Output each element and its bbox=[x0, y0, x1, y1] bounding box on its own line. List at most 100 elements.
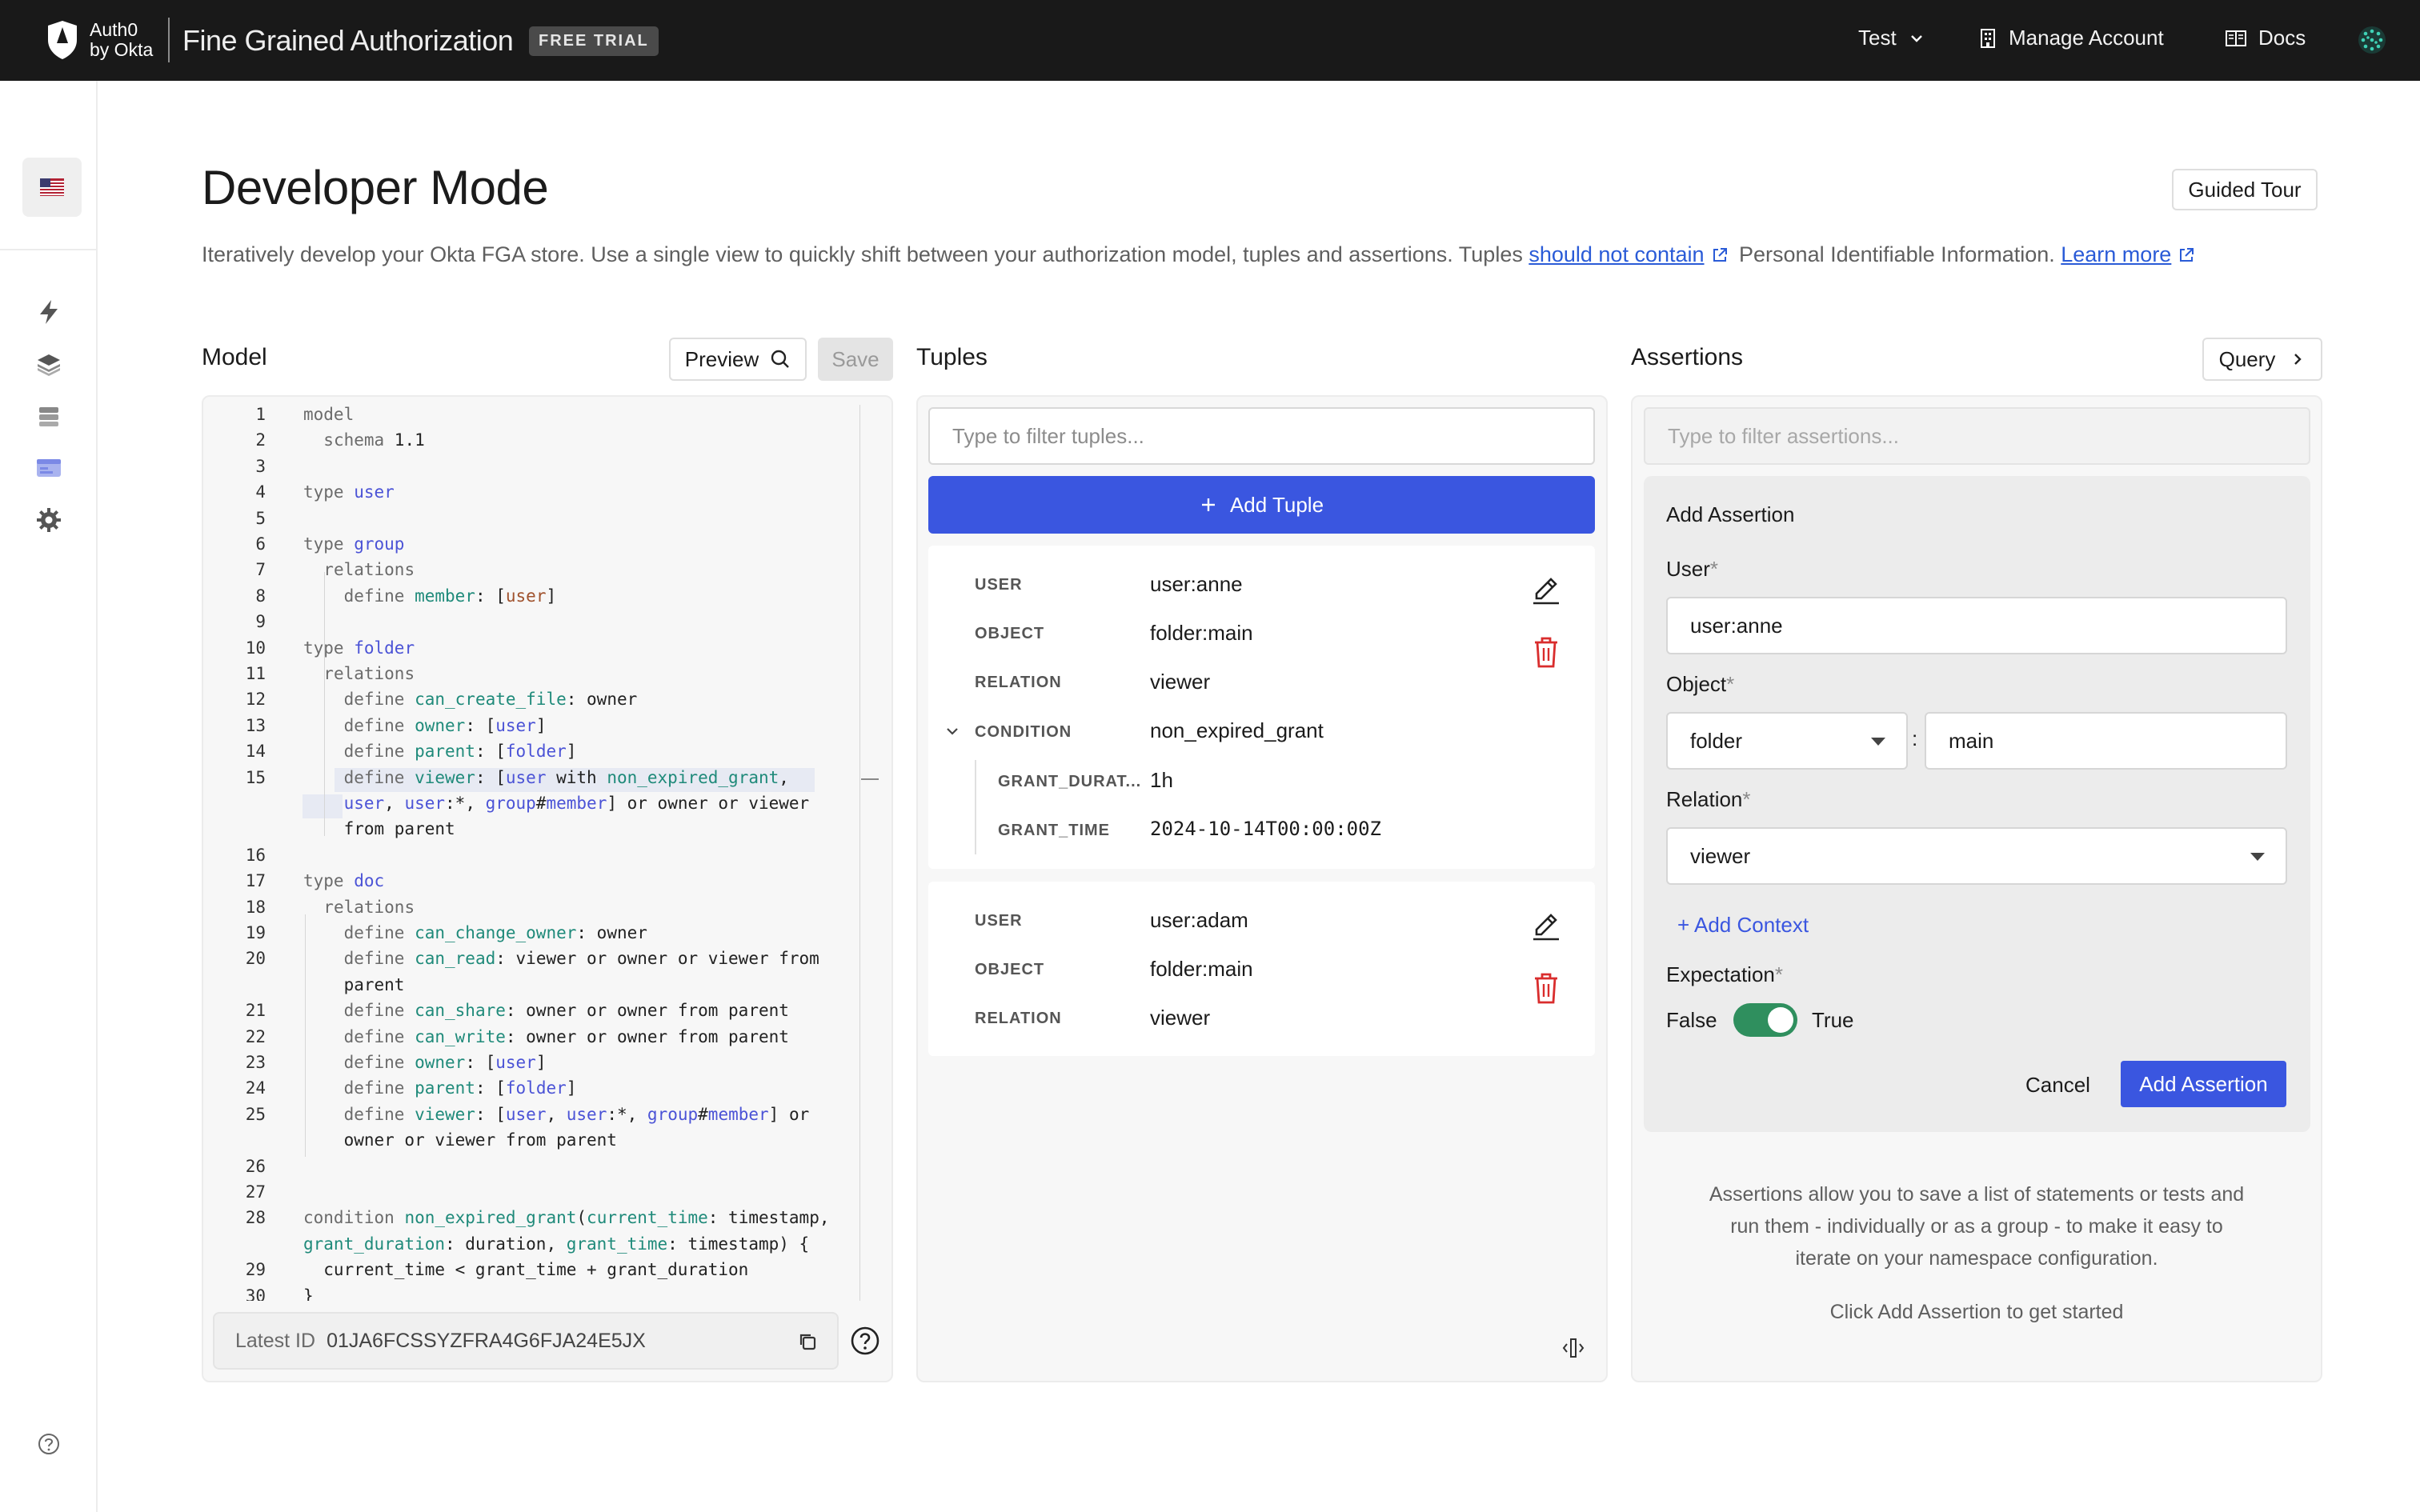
tuple-object-value: folder:main bbox=[1150, 957, 1253, 981]
auth0-shield-icon bbox=[48, 21, 77, 59]
tenant-selector[interactable]: Test bbox=[1858, 26, 1925, 50]
code-line: relations bbox=[323, 897, 415, 917]
terminal-window-icon bbox=[37, 459, 61, 477]
learn-more-link[interactable]: Learn more bbox=[2061, 242, 2171, 266]
building-icon bbox=[1981, 28, 1995, 48]
add-assertion-button[interactable]: Add Assertion bbox=[2121, 1061, 2286, 1107]
assertions-get-started-text: Click Add Assertion to get started bbox=[1829, 1301, 2124, 1323]
panel-resize-icon[interactable] bbox=[1561, 1336, 1586, 1360]
assertions-info-text: Assertions allow you to save a list of s… bbox=[1631, 1178, 2322, 1274]
latest-id-label: Latest ID bbox=[235, 1329, 316, 1352]
tuple-relation-key: RELATION bbox=[975, 1010, 1062, 1027]
line-number: 17 bbox=[245, 871, 266, 891]
gear-icon bbox=[37, 508, 61, 532]
us-flag-icon bbox=[40, 178, 64, 196]
code-line: type doc bbox=[303, 871, 385, 891]
edit-pencil-icon[interactable] bbox=[1530, 574, 1562, 606]
cancel-button[interactable]: Cancel bbox=[2025, 1073, 2090, 1098]
code-line: owner or viewer from parent bbox=[303, 1130, 617, 1150]
tuple-filter-input[interactable]: Type to filter tuples... bbox=[928, 407, 1595, 465]
copy-icon[interactable] bbox=[797, 1331, 818, 1352]
required-mark: * bbox=[1709, 557, 1719, 581]
add-context-link[interactable]: + Add Context bbox=[1677, 913, 1809, 938]
object-id-input[interactable]: main bbox=[1925, 712, 2287, 770]
sidebar-help[interactable] bbox=[32, 1427, 66, 1461]
line-number: 20 bbox=[245, 949, 266, 969]
trash-icon[interactable] bbox=[1532, 635, 1561, 669]
docs-label: Docs bbox=[2258, 26, 2306, 50]
sidebar-item-settings[interactable] bbox=[32, 503, 66, 537]
docs-link[interactable]: Docs bbox=[2225, 26, 2306, 50]
line-number: 29 bbox=[245, 1260, 266, 1280]
app-name: Fine Grained Authorization bbox=[182, 24, 514, 57]
preview-button[interactable]: Preview bbox=[669, 338, 807, 381]
external-link-icon bbox=[1713, 248, 1727, 262]
header-divider bbox=[168, 18, 170, 62]
tuple-condition-value: non_expired_grant bbox=[1150, 718, 1324, 742]
line-number: 8 bbox=[255, 586, 266, 606]
code-line: define can_write: owner or owner from pa… bbox=[343, 1026, 789, 1046]
line-number: 23 bbox=[245, 1053, 266, 1072]
code-line: define parent: [folder] bbox=[343, 1078, 577, 1098]
object-label-text: Object bbox=[1666, 672, 1727, 696]
assertion-user-input[interactable]: user:anne bbox=[1666, 597, 2287, 654]
code-line: define can_change_owner: owner bbox=[343, 923, 647, 942]
sidebar-item-database[interactable] bbox=[32, 399, 66, 433]
chevron-down-icon[interactable] bbox=[944, 723, 960, 739]
code-line: define member: [user] bbox=[343, 586, 557, 606]
code-line: parent bbox=[303, 974, 405, 994]
model-section-title: Model bbox=[202, 344, 267, 370]
line-number: 12 bbox=[245, 690, 266, 710]
should-not-contain-link[interactable]: should not contain bbox=[1529, 242, 1704, 266]
sidebar bbox=[0, 81, 98, 1512]
search-icon bbox=[771, 350, 790, 368]
plus-icon bbox=[1201, 498, 1215, 511]
sidebar-item-quickstart[interactable] bbox=[32, 295, 66, 329]
save-button[interactable]: Save bbox=[818, 338, 893, 381]
tuple-user-value: user:adam bbox=[1150, 908, 1248, 932]
code-line: condition non_expired_grant(current_time… bbox=[303, 1208, 830, 1228]
sidebar-item-developer-mode[interactable] bbox=[32, 451, 66, 485]
tuple-condition-key: CONDITION bbox=[975, 723, 1072, 741]
trash-icon[interactable] bbox=[1532, 971, 1561, 1005]
tuple-param-value: 2024-10-14T00:00:00Z bbox=[1150, 818, 1381, 840]
object-type-value: folder bbox=[1690, 728, 1743, 753]
line-number: 9 bbox=[255, 612, 266, 632]
guided-tour-button[interactable]: Guided Tour bbox=[2172, 169, 2318, 210]
line-number: 30 bbox=[245, 1286, 266, 1301]
tuple-object-key: OBJECT bbox=[975, 625, 1045, 642]
tuple-card: USER user:anne OBJECT folder:main RELATI… bbox=[928, 546, 1595, 869]
expectation-label: Expectation* bbox=[1666, 962, 1783, 987]
page-title: Developer Mode bbox=[202, 161, 549, 214]
tuple-user-key: USER bbox=[975, 912, 1023, 930]
code-line: define viewer: [user, user:*, group#memb… bbox=[343, 1104, 810, 1124]
code-line: type group bbox=[303, 534, 405, 554]
add-tuple-label: Add Tuple bbox=[1229, 492, 1324, 517]
manage-account-link[interactable]: Manage Account bbox=[1978, 26, 2164, 50]
object-type-select[interactable]: folder bbox=[1666, 712, 1908, 770]
user-avatar-icon[interactable] bbox=[2357, 25, 2387, 55]
latest-id-field: Latest ID 01JA6FCSSYZFRA4G6FJA24E5JX bbox=[213, 1312, 839, 1370]
top-bar: Auth0 by Okta Fine Grained Authorization… bbox=[0, 0, 2420, 81]
line-number: 25 bbox=[245, 1104, 266, 1124]
line-number: 13 bbox=[245, 715, 266, 735]
manage-account-label: Manage Account bbox=[2009, 26, 2164, 50]
sidebar-item-stores[interactable] bbox=[32, 347, 66, 381]
line-number: 6 bbox=[255, 534, 266, 554]
auth0-logo[interactable]: Auth0 by Okta bbox=[45, 19, 153, 61]
assertion-filter-input[interactable]: Type to filter assertions... bbox=[1644, 407, 2310, 465]
help-circle-icon[interactable] bbox=[850, 1326, 880, 1356]
add-tuple-button[interactable]: Add Tuple bbox=[928, 476, 1595, 534]
dropdown-caret-icon bbox=[1871, 738, 1885, 746]
query-button[interactable]: Query bbox=[2202, 338, 2322, 381]
tuple-param-key: GRANT_TIME bbox=[998, 822, 1110, 839]
region-selector[interactable] bbox=[22, 158, 82, 217]
relation-select[interactable]: viewer bbox=[1666, 827, 2287, 885]
code-line: relations bbox=[323, 560, 415, 580]
model-code-editor[interactable]: 1 model 2 schema 1.1 3 4 type user 5 6 type grou… bbox=[211, 405, 859, 1301]
expectation-toggle[interactable] bbox=[1733, 1003, 1797, 1037]
edit-pencil-icon[interactable] bbox=[1530, 910, 1562, 942]
fold-marker[interactable] bbox=[861, 778, 879, 780]
relation-label: Relation* bbox=[1666, 787, 1751, 812]
chevron-right-icon bbox=[2294, 354, 2302, 365]
